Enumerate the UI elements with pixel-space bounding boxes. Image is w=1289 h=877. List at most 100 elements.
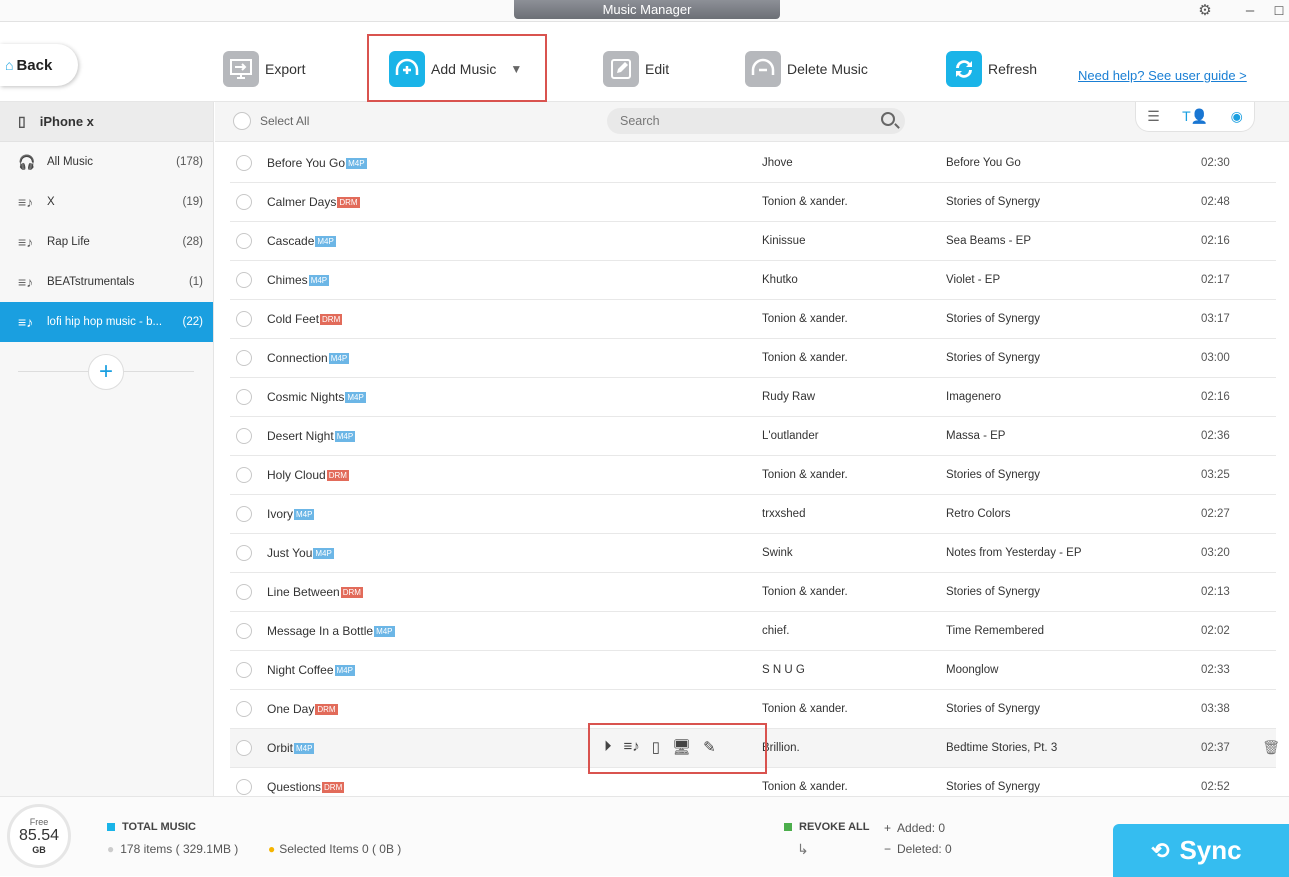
row-checkbox[interactable] <box>236 701 252 717</box>
sidebar-item-count: (22) <box>182 316 203 328</box>
gear-icon[interactable]: ⚙ <box>1196 2 1214 20</box>
song-artist: S N U G <box>762 664 805 676</box>
song-duration: 02:27 <box>1201 508 1230 520</box>
free-label: Free <box>29 817 49 827</box>
list-view-icon[interactable]: ☰ <box>1147 108 1160 125</box>
items-info-text: 178 items ( 329.1MB ) <box>120 842 239 856</box>
sidebar: ▯ iPhone x 🎧 All Music (178) ≡♪ X (19) ≡… <box>0 102 214 796</box>
row-checkbox[interactable] <box>236 311 252 327</box>
minimize-icon[interactable]: – <box>1241 2 1259 20</box>
format-badge: M4P <box>328 352 350 364</box>
table-row[interactable]: Cascade M4P Kinissue Sea Beams - EP 02:16 <box>230 222 1276 261</box>
trash-icon[interactable]: 🗑 <box>1262 739 1280 756</box>
table-row[interactable]: Just You M4P Swink Notes from Yesterday - E… <box>230 534 1276 573</box>
artist-view-icon[interactable]: T👤 <box>1182 108 1208 125</box>
revoke-arrow-icon: ↳ <box>797 841 809 857</box>
device-item[interactable]: ▯ iPhone x <box>0 102 213 142</box>
add-playlist-button[interactable]: + <box>88 354 124 390</box>
table-row[interactable]: Ivory M4P trxxshed Retro Colors 02:27 <box>230 495 1276 534</box>
table-row[interactable]: Chimes M4P Khutko Violet - EP 02:17 <box>230 261 1276 300</box>
playlist-icon: ≡♪ <box>18 314 34 330</box>
row-checkbox[interactable] <box>236 467 252 483</box>
song-album: Stories of Synergy <box>946 352 1040 364</box>
album-view-icon[interactable]: ◉ <box>1231 108 1243 125</box>
song-title: Night Coffee <box>267 663 334 677</box>
search-input[interactable]: Search <box>607 108 905 134</box>
revoke-swatch <box>784 823 792 831</box>
row-checkbox[interactable] <box>236 584 252 600</box>
back-button[interactable]: ⌂ Back <box>0 44 78 86</box>
row-checkbox[interactable] <box>236 389 252 405</box>
row-checkbox[interactable] <box>236 272 252 288</box>
song-artist: Tonion & xander. <box>762 586 848 598</box>
storage-gauge: Free 85.54 GB <box>7 804 71 868</box>
items-info: ● 178 items ( 329.1MB ) <box>107 842 239 856</box>
row-checkbox[interactable] <box>236 779 252 795</box>
table-row[interactable]: Before You Go M4P Jhove Before You Go 02:30 <box>230 144 1276 183</box>
row-checkbox[interactable] <box>236 194 252 210</box>
table-row[interactable]: Holy Cloud DRM Tonion & xander. Stories of … <box>230 456 1276 495</box>
song-title: Calmer Days <box>267 195 337 209</box>
playlist-icon: ≡♪ <box>18 274 34 290</box>
song-title: Holy Cloud <box>267 468 326 482</box>
sidebar-item-rap-life[interactable]: ≡♪ Rap Life (28) <box>0 222 213 262</box>
song-duration: 02:02 <box>1201 625 1230 637</box>
maximize-icon[interactable]: ☐ <box>1270 2 1288 20</box>
sync-button[interactable]: ⟲ Sync <box>1113 824 1289 877</box>
row-checkbox[interactable] <box>236 506 252 522</box>
help-link[interactable]: Need help? See user guide > <box>1078 68 1247 83</box>
table-row[interactable]: Desert Night M4P L'outlander Massa - EP 02:3… <box>230 417 1276 456</box>
table-row[interactable]: Connection M4P Tonion & xander. Stories of … <box>230 339 1276 378</box>
row-checkbox[interactable] <box>236 623 252 639</box>
song-duration: 02:52 <box>1201 781 1230 793</box>
song-duration: 03:17 <box>1201 313 1230 325</box>
search-icon[interactable] <box>881 112 895 126</box>
song-album: Stories of Synergy <box>946 703 1040 715</box>
song-album: Retro Colors <box>946 508 1011 520</box>
row-checkbox[interactable] <box>236 545 252 561</box>
row-checkbox[interactable] <box>236 740 252 756</box>
table-row[interactable]: Night Coffee M4P S N U G Moonglow 02:33 <box>230 651 1276 690</box>
revoke-all-button[interactable]: REVOKE ALL <box>784 821 870 833</box>
delete-music-button[interactable]: Delete Music <box>745 49 868 89</box>
song-album: Stories of Synergy <box>946 781 1040 793</box>
sidebar-item-beatstrumentals[interactable]: ≡♪ BEATstrumentals (1) <box>0 262 213 302</box>
select-all[interactable]: Select All <box>233 112 309 130</box>
added-text: Added: 0 <box>897 821 946 835</box>
refresh-button[interactable]: Refresh <box>946 49 1037 89</box>
table-row[interactable]: Cosmic Nights M4P Rudy Raw Imagenero 02:16 <box>230 378 1276 417</box>
total-music-text: TOTAL MUSIC <box>122 821 196 833</box>
select-all-checkbox[interactable] <box>233 112 251 130</box>
selected-info: ● Selected Items 0 ( 0B ) <box>268 842 402 856</box>
table-row[interactable]: Calmer Days DRM Tonion & xander. Stories of… <box>230 183 1276 222</box>
table-row[interactable]: Line Between DRM Tonion & xander. Stories o… <box>230 573 1276 612</box>
song-title: Cascade <box>267 234 315 248</box>
song-duration: 03:20 <box>1201 547 1230 559</box>
row-checkbox[interactable] <box>236 350 252 366</box>
row-checkbox[interactable] <box>236 155 252 171</box>
delete-music-label: Delete Music <box>787 61 868 77</box>
song-artist: trxxshed <box>762 508 806 520</box>
export-icon <box>223 51 259 87</box>
song-duration: 02:36 <box>1201 430 1230 442</box>
row-checkbox[interactable] <box>236 662 252 678</box>
format-badge: DRM <box>315 703 338 715</box>
export-button[interactable]: Export <box>223 49 305 89</box>
song-artist: Swink <box>762 547 793 559</box>
window-title: Music Manager <box>514 0 780 19</box>
sidebar-item-lofi[interactable]: ≡♪ lofi hip hop music - b... (22) <box>0 302 213 342</box>
song-album: Sea Beams - EP <box>946 235 1032 247</box>
song-list: Before You Go M4P Jhove Before You Go 02:30 … <box>230 144 1280 807</box>
selected-info-text: Selected Items 0 ( 0B ) <box>279 842 402 856</box>
sidebar-item-all-music[interactable]: 🎧 All Music (178) <box>0 142 213 182</box>
song-title: One Day <box>267 702 315 716</box>
table-row[interactable]: Message In a Bottle M4P chief. Time Remembe… <box>230 612 1276 651</box>
edit-button[interactable]: Edit <box>603 49 669 89</box>
song-album: Before You Go <box>946 157 1021 169</box>
format-badge: M4P <box>308 274 330 286</box>
row-checkbox[interactable] <box>236 428 252 444</box>
sidebar-item-x[interactable]: ≡♪ X (19) <box>0 182 213 222</box>
format-badge: DRM <box>326 469 349 481</box>
row-checkbox[interactable] <box>236 233 252 249</box>
table-row[interactable]: Cold Feet DRM Tonion & xander. Stories of S… <box>230 300 1276 339</box>
